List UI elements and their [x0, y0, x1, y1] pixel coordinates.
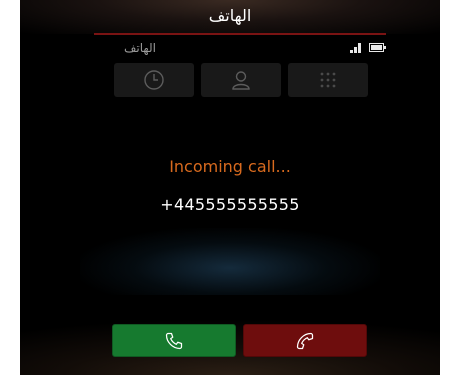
status-app-name: الهاتف — [124, 41, 156, 55]
tab-call-log[interactable] — [114, 63, 194, 97]
tab-bar — [114, 63, 368, 97]
app-title: الهاتف — [208, 6, 252, 25]
phone-hangup-icon — [296, 332, 314, 349]
caller-number: +445555555555 — [160, 195, 300, 214]
signal-icon — [350, 43, 364, 53]
answer-call-button[interactable] — [112, 324, 236, 357]
title-bar: الهاتف — [20, 0, 440, 34]
title-underline — [94, 33, 386, 35]
clock-icon — [144, 70, 164, 90]
tab-contacts[interactable] — [201, 63, 281, 97]
tab-dialpad[interactable] — [288, 63, 368, 97]
phone-screen: الهاتف الهاتف Incoming call... +44555555… — [20, 0, 440, 375]
battery-icon — [369, 43, 386, 52]
phone-answer-icon — [165, 332, 183, 349]
person-icon — [232, 71, 250, 90]
status-bar: الهاتف — [94, 38, 386, 58]
dialpad-icon — [320, 72, 336, 88]
reject-call-button[interactable] — [243, 324, 367, 357]
call-status: Incoming call... — [169, 157, 291, 176]
